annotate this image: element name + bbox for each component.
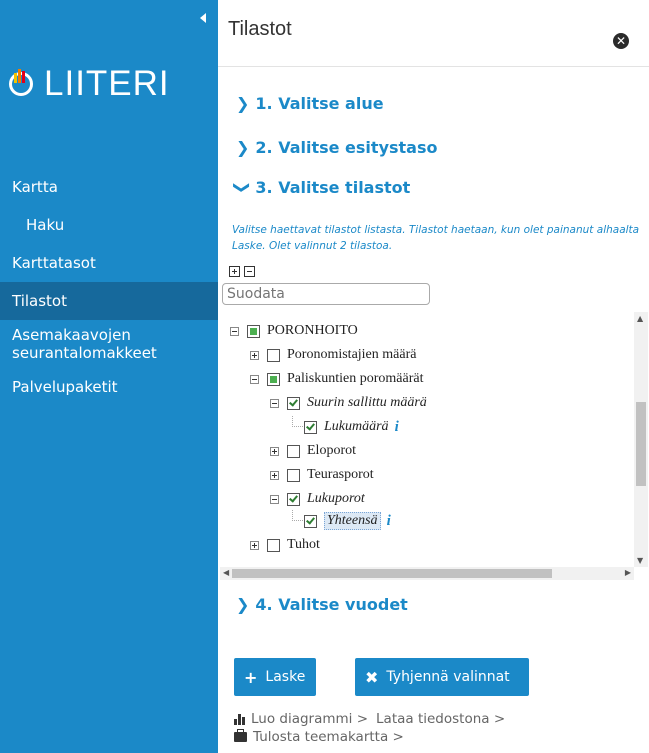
clear-selections-button[interactable]: ✖ Tyhjennä valinnat (355, 658, 529, 696)
sidebar-item-kartta[interactable]: Kartta (0, 168, 218, 206)
step-2-label: 2. Valitse esitystaso (255, 138, 438, 157)
tree-node[interactable]: PORONHOITO (230, 320, 358, 342)
node-label: Eloporot (307, 443, 356, 458)
step-3-label: 3. Valitse tilastot (255, 178, 411, 197)
sidebar-nav: Kartta Haku Karttatasot Tilastot Asemaka… (0, 168, 218, 406)
expand-all-icon[interactable] (229, 266, 240, 277)
node-checkbox[interactable] (247, 324, 260, 338)
node-label: Tuhot (287, 537, 320, 552)
node-checkbox[interactable] (267, 372, 280, 386)
node-checkbox[interactable] (287, 468, 300, 482)
tree-node[interactable]: Teurasporot (270, 464, 374, 486)
node-label: Teurasporot (307, 467, 374, 482)
plus-icon: + (244, 667, 258, 687)
info-icon[interactable]: i (387, 513, 391, 530)
collapse-sidebar-icon[interactable] (200, 13, 206, 23)
tree-node[interactable]: Poronomistajien määrä (250, 344, 416, 366)
step-3-header[interactable]: ❯ 3. Valitse tilastot (233, 178, 411, 197)
tree-vertical-scrollbar[interactable]: ▲ ▼ (634, 312, 648, 567)
node-label: Poronomistajien määrä (287, 347, 417, 362)
logo-icon (8, 68, 38, 99)
collapse-node-icon[interactable] (270, 494, 279, 504)
sidebar-item-asemakaavojen[interactable]: Asemakaavojen seurantalomakkeet (0, 320, 162, 368)
chevron-right-icon: ❯ (236, 94, 250, 113)
node-checkbox[interactable] (304, 420, 317, 434)
download-file-link[interactable]: Lataa tiedostona > (376, 710, 505, 728)
filter-input[interactable] (222, 283, 430, 305)
action-links: Luo diagrammi > Lataa tiedostona > Tulos… (234, 710, 505, 746)
node-label: Yhteensä (324, 512, 381, 530)
node-checkbox[interactable] (287, 444, 300, 458)
node-label: PORONHOITO (267, 323, 358, 338)
tree-leaf[interactable]: Lukumäärä i (288, 416, 399, 438)
chevron-right-icon: ❯ (236, 595, 250, 614)
scroll-left-icon[interactable]: ◀ (223, 568, 229, 577)
close-icon: ✖ (365, 667, 379, 687)
clear-selections-label: Tyhjennä valinnat (386, 669, 510, 685)
node-checkbox[interactable] (287, 396, 300, 410)
tree-node[interactable]: Lukuporot (270, 488, 365, 510)
compute-button-label: Laske (265, 669, 306, 685)
logo: LIITERI (8, 66, 170, 101)
expand-node-icon[interactable] (250, 540, 259, 550)
links-row-2: Tulosta teemakartta > (234, 728, 505, 746)
collapse-node-icon[interactable] (250, 374, 259, 384)
scrollbar-thumb[interactable] (232, 569, 552, 578)
node-label: Lukumäärä (324, 419, 389, 434)
step-4-header[interactable]: ❯ 4. Valitse vuodet (236, 595, 408, 614)
sidebar-item-haku[interactable]: Haku (0, 206, 218, 244)
sidebar-item-palvelupaketit[interactable]: Palvelupaketit (0, 368, 218, 406)
statistics-tree: PORONHOITO Poronomistajien määrä Palisku… (220, 312, 648, 580)
bar-chart-icon (234, 713, 245, 725)
print-theme-map-link[interactable]: Tulosta teemakartta > (253, 728, 404, 746)
links-row-1: Luo diagrammi > Lataa tiedostona > (234, 710, 505, 728)
sidebar: LIITERI Kartta Haku Karttatasot Tilastot… (0, 0, 218, 753)
tree-node[interactable]: Eloporot (270, 440, 356, 462)
selection-hint: Valitse haettavat tilastot listasta. Til… (232, 224, 640, 252)
scroll-up-icon[interactable]: ▲ (637, 314, 643, 323)
collapse-node-icon[interactable] (270, 398, 279, 408)
expand-node-icon[interactable] (270, 470, 279, 480)
page-title: Tilastot (228, 18, 292, 40)
chevron-right-icon: ❯ (236, 138, 250, 157)
info-icon[interactable]: i (395, 419, 399, 436)
node-label: Suurin sallittu määrä (307, 395, 427, 410)
scroll-down-icon[interactable]: ▼ (637, 556, 643, 565)
node-label: Lukuporot (307, 491, 365, 506)
expand-node-icon[interactable] (270, 446, 279, 456)
sidebar-item-tilastot[interactable]: Tilastot (0, 282, 218, 320)
tree-node[interactable]: Paliskuntien poromäärät (250, 368, 423, 390)
divider (218, 66, 649, 67)
collapse-all-icon[interactable] (244, 266, 255, 277)
scrollbar-thumb[interactable] (636, 402, 646, 486)
step-1-label: 1. Valitse alue (255, 94, 384, 113)
tree-expand-controls (229, 266, 255, 277)
step-1-header[interactable]: ❯ 1. Valitse alue (236, 94, 384, 113)
scroll-right-icon[interactable]: ▶ (625, 568, 631, 577)
collapse-node-icon[interactable] (230, 326, 239, 336)
close-icon[interactable]: ✕ (613, 33, 629, 49)
compute-button[interactable]: + Laske (234, 658, 316, 696)
expand-node-icon[interactable] (250, 350, 259, 360)
sidebar-item-karttatasot[interactable]: Karttatasot (0, 244, 218, 282)
create-diagram-link[interactable]: Luo diagrammi > (251, 710, 368, 728)
node-checkbox[interactable] (267, 348, 280, 362)
tree-node[interactable]: Tuhot (250, 534, 320, 556)
step-2-header[interactable]: ❯ 2. Valitse esitystaso (236, 138, 437, 157)
logo-text: LIITERI (44, 64, 170, 103)
chevron-down-icon: ❯ (233, 180, 253, 195)
tree-node[interactable]: Suurin sallittu määrä (270, 392, 427, 414)
node-checkbox[interactable] (267, 538, 280, 552)
tree-horizontal-scrollbar[interactable]: ◀ ▶ (220, 567, 634, 580)
node-checkbox[interactable] (287, 492, 300, 506)
node-label: Paliskuntien poromäärät (287, 371, 424, 386)
print-icon (234, 729, 247, 742)
tree-leaf[interactable]: Yhteensä i (288, 510, 391, 532)
step-4-label: 4. Valitse vuodet (255, 595, 408, 614)
node-checkbox[interactable] (304, 514, 317, 528)
